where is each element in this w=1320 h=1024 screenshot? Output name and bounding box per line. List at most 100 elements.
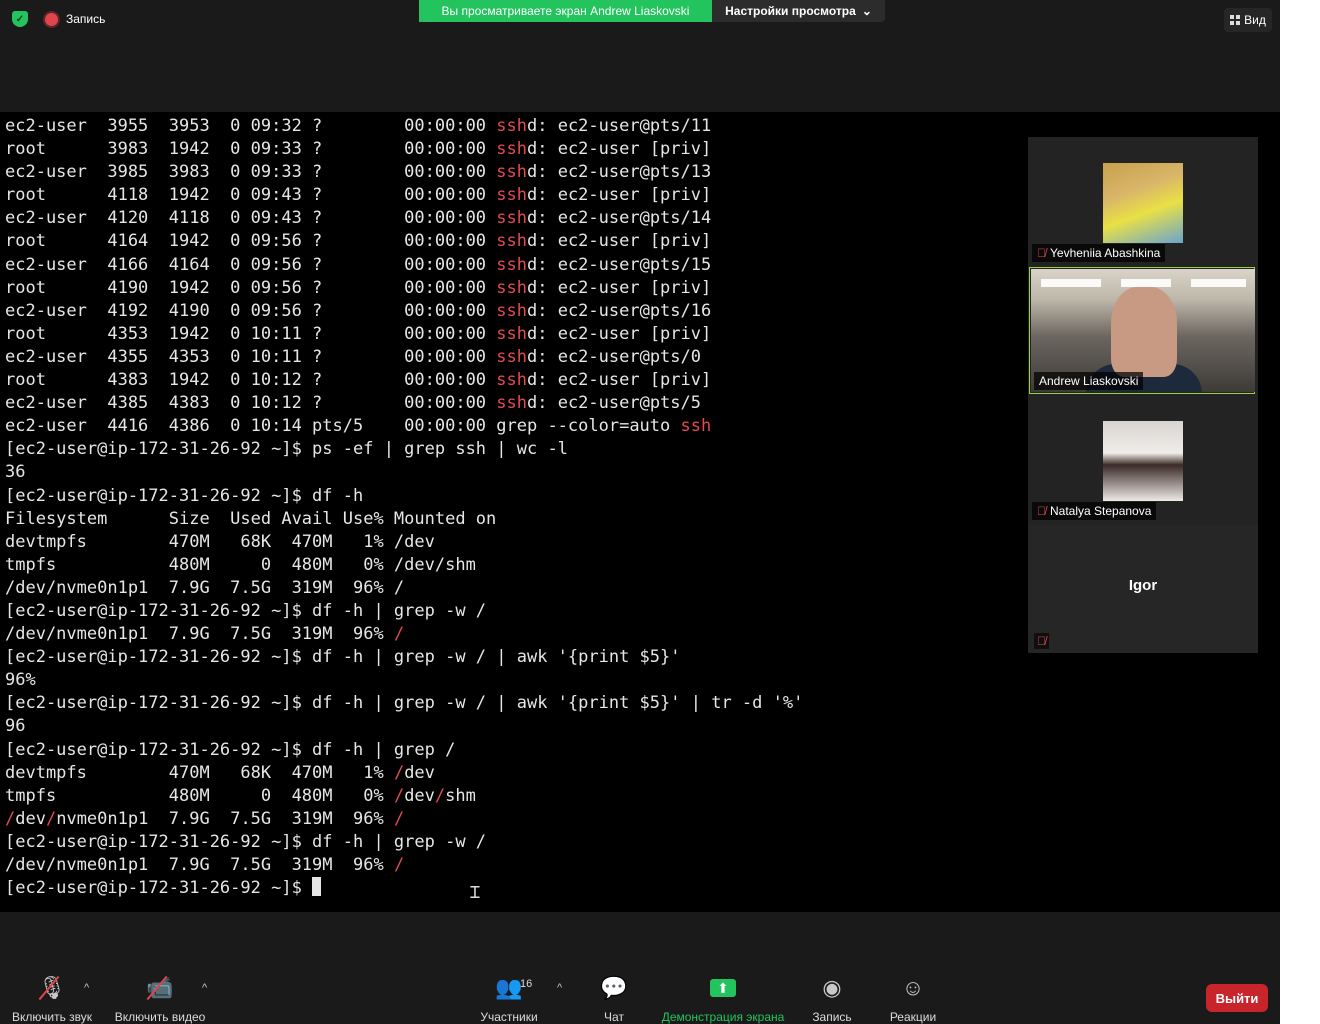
terminal-line: [ec2-user@ip-172-31-26-92 ~]$: [5, 877, 803, 900]
terminal-text: 36: [5, 462, 26, 483]
participant-name: Natalya Stepanova: [1050, 504, 1152, 518]
terminal-text: ec2-user 3985 3983 0 09:33 ? 00:00:00: [5, 162, 497, 183]
terminal-line: ec2-user 4385 4383 0 10:12 ? 00:00:00 ss…: [5, 392, 803, 415]
ceiling-light: [1041, 279, 1101, 287]
terminal-line: tmpfs 480M 0 480M 0% /dev/shm: [5, 785, 803, 808]
terminal-line: [ec2-user@ip-172-31-26-92 ~]$ df -h | gr…: [5, 646, 803, 669]
chat-label: Чат: [604, 1010, 624, 1024]
participants-icon: 👥: [495, 975, 523, 1000]
view-label: Вид: [1244, 13, 1266, 27]
terminal-text: d: ec2-user [priv]: [527, 323, 712, 344]
terminal-line: ec2-user 3985 3983 0 09:33 ? 00:00:00 ss…: [5, 161, 803, 184]
reactions-label: Реакции: [889, 1010, 937, 1024]
audio-options-caret-icon[interactable]: ^: [84, 982, 89, 994]
terminal-line: devtmpfs 470M 68K 470M 1% /dev: [5, 762, 803, 785]
mic-muted-icon: 🎙̸: [1037, 504, 1046, 518]
terminal-text: devtmpfs 470M 68K 470M 1% /dev: [5, 531, 435, 552]
terminal-text: d: ec2-user@pts/16: [527, 300, 712, 321]
terminal-text: d: ec2-user@pts/0: [527, 346, 701, 367]
terminal-text: d: ec2-user [priv]: [527, 231, 712, 252]
terminal-text: root 4353 1942 0 10:11 ? 00:00:00: [5, 323, 497, 344]
terminal-line: /dev/nvme0n1p1 7.9G 7.5G 319M 96% /: [5, 808, 803, 831]
avatar: [1103, 163, 1183, 243]
participant-name-tag: Andrew Liaskovski: [1034, 372, 1144, 390]
terminal-line: 96%: [5, 669, 803, 692]
grep-match: /: [393, 762, 405, 783]
grep-match: ssh: [496, 185, 527, 206]
chat-button[interactable]: 💬 Чат: [594, 974, 634, 1024]
terminal-text: [ec2-user@ip-172-31-26-92 ~]$ df -h | gr…: [5, 693, 804, 714]
terminal-text: ec2-user 4166 4164 0 09:56 ? 00:00:00: [5, 254, 497, 275]
terminal-line: tmpfs 480M 0 480M 0% /dev/shm: [5, 554, 803, 577]
terminal-line: [ec2-user@ip-172-31-26-92 ~]$ df -h | gr…: [5, 831, 803, 854]
terminal-text: [ec2-user@ip-172-31-26-92 ~]$ df -h: [5, 485, 364, 506]
top-bar: ✓ Запись Вы просматриваете экран Andrew …: [0, 0, 1280, 112]
grep-match: ssh: [496, 208, 527, 229]
security-shield-icon[interactable]: ✓: [12, 11, 28, 27]
share-screen-label: Демонстрация экрана: [661, 1010, 785, 1024]
grep-match: ssh: [496, 346, 527, 367]
participant-name-tag: 🎙̸ Yevheniia Abashkina: [1032, 244, 1166, 262]
terminal-text: root 4118 1942 0 09:43 ? 00:00:00: [5, 185, 497, 206]
terminal-text: d: ec2-user [priv]: [527, 139, 712, 160]
terminal-line: ec2-user 4166 4164 0 09:56 ? 00:00:00 ss…: [5, 254, 803, 277]
reactions-button[interactable]: ☺ Реакции: [886, 974, 940, 1024]
terminal-line: 36: [5, 461, 803, 484]
terminal-text: root 4383 1942 0 10:12 ? 00:00:00: [5, 370, 497, 391]
terminal-text: root 3983 1942 0 09:33 ? 00:00:00: [5, 139, 497, 160]
terminal-text: nvme0n1p1 7.9G 7.5G 319M 96%: [56, 808, 394, 829]
terminal-text: d: ec2-user@pts/5: [527, 393, 701, 414]
grep-match: /: [5, 808, 16, 829]
terminal-cursor: [312, 877, 322, 897]
view-button[interactable]: Вид: [1224, 8, 1272, 32]
grep-match: /: [393, 624, 405, 645]
terminal-line: [ec2-user@ip-172-31-26-92 ~]$ df -h | gr…: [5, 692, 803, 715]
leave-button[interactable]: Выйти: [1206, 984, 1268, 1012]
record-button[interactable]: ◉ Запись: [808, 974, 856, 1024]
terminal-text: root 4164 1942 0 09:56 ? 00:00:00: [5, 231, 497, 252]
unmute-label: Включить звук: [11, 1010, 93, 1024]
terminal-text: [ec2-user@ip-172-31-26-92 ~]$ df -h | gr…: [5, 739, 456, 760]
terminal-line: root 4353 1942 0 10:11 ? 00:00:00 sshd: …: [5, 323, 803, 346]
grep-match: ssh: [496, 162, 527, 183]
terminal-line: ec2-user 4120 4118 0 09:43 ? 00:00:00 ss…: [5, 207, 803, 230]
participant-name-tag: 🎙̸ Natalya Stepanova: [1032, 502, 1157, 520]
grep-match: ssh: [496, 254, 527, 275]
grep-match: ssh: [496, 393, 527, 414]
view-settings-button[interactable]: Настройки просмотра ⌄: [712, 0, 885, 22]
video-options-caret-icon[interactable]: ^: [202, 982, 207, 994]
terminal-text: /dev/nvme0n1p1 7.9G 7.5G 319M 96%: [5, 624, 394, 645]
record-label[interactable]: Запись: [66, 12, 105, 26]
participants-label: Участники: [480, 1010, 538, 1024]
terminal-line: root 4164 1942 0 09:56 ? 00:00:00 sshd: …: [5, 230, 803, 253]
start-video-button[interactable]: 📹 Включить видео: [112, 974, 208, 1024]
unmute-button[interactable]: 🎙 Включить звук: [8, 974, 96, 1024]
terminal-text: /dev/nvme0n1p1 7.9G 7.5G 319M 96%: [5, 855, 394, 875]
ceiling-light: [1191, 279, 1246, 287]
participant-tile[interactable]: 🎙̸ Natalya Stepanova: [1028, 395, 1258, 523]
participant-tile-active-speaker[interactable]: Andrew Liaskovski: [1029, 267, 1255, 394]
terminal-text: root 4190 1942 0 09:56 ? 00:00:00: [5, 277, 497, 298]
participants-button[interactable]: 👥 16 Участники: [476, 974, 542, 1024]
video-camera-off-icon: 📹: [146, 975, 174, 1000]
terminal-text: ec2-user 4355 4353 0 10:11 ? 00:00:00: [5, 346, 497, 367]
participants-options-caret-icon[interactable]: ^: [557, 982, 562, 994]
terminal-text: dev: [15, 808, 46, 829]
record-indicator-icon[interactable]: [45, 13, 58, 26]
terminal-line: ec2-user 4355 4353 0 10:11 ? 00:00:00 ss…: [5, 346, 803, 369]
ceiling-light: [1121, 279, 1171, 287]
participant-tile[interactable]: Igor 🎙̸: [1028, 525, 1258, 653]
participant-tile[interactable]: 🎙̸ Yevheniia Abashkina: [1028, 137, 1258, 265]
terminal-line: /dev/nvme0n1p1 7.9G 7.5G 319M 96% /: [5, 854, 803, 877]
record-icon: ◉: [822, 975, 842, 1000]
share-screen-button[interactable]: ⬆ Демонстрация экрана: [658, 974, 788, 1024]
participant-name: Igor: [1128, 577, 1158, 594]
terminal-text: d: ec2-user [priv]: [527, 185, 712, 206]
microphone-muted-icon: 🎙: [38, 975, 66, 1000]
grep-match: ssh: [496, 370, 527, 391]
chat-bubble-icon: 💬: [600, 975, 628, 1000]
video-person-head: [1111, 287, 1177, 377]
viewing-banner: Вы просматриваете экран Andrew Liaskovsk…: [419, 0, 712, 22]
terminal-text: tmpfs 480M 0 480M 0%: [5, 785, 394, 806]
grep-match: /: [393, 855, 405, 875]
